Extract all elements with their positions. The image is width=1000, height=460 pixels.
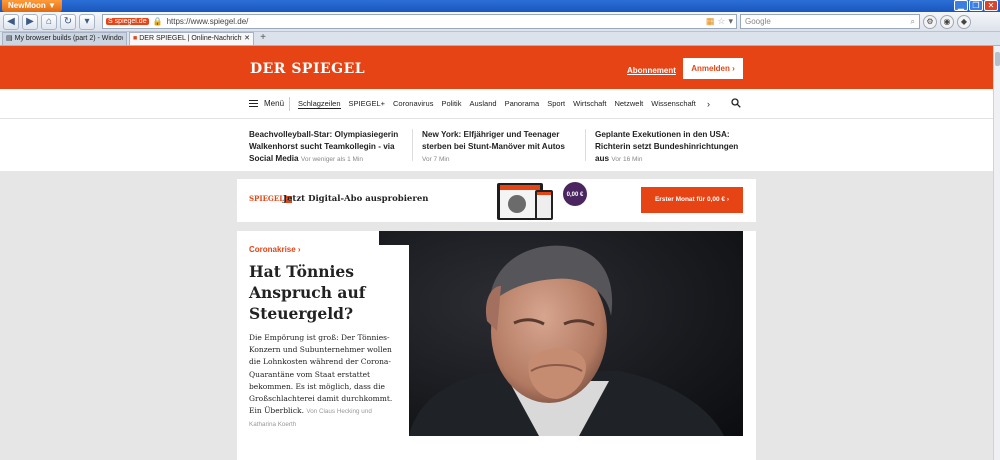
nav-item-coronavirus[interactable]: Coronavirus (393, 99, 433, 109)
divider (585, 129, 586, 161)
rss-icon[interactable]: ▦ (706, 16, 715, 27)
url-bar-actions: ▦ ☆ ▾ (706, 16, 733, 27)
menu-button[interactable]: Menü (249, 99, 284, 108)
nav-item-politik[interactable]: Politik (441, 99, 461, 109)
page-scrollbar[interactable] (993, 46, 1000, 460)
article-lead-text: Die Empörung ist groß: Der Tönnies-Konze… (249, 333, 393, 416)
price-badge: 0,00 € (567, 192, 584, 198)
page-viewport: DER SPIEGEL Abonnement Anmelden › Menü S… (0, 46, 993, 460)
teaser-time: Vor 7 Min (422, 156, 450, 163)
breaking-news-ticker: Beachvolleyball-Star: Olympiasiegerin Wa… (0, 119, 993, 171)
forward-icon[interactable]: ▶ (22, 13, 38, 30)
bookmark-star-icon[interactable]: ☆ (717, 16, 725, 27)
divider (412, 129, 413, 161)
nav-item-sport[interactable]: Sport (547, 99, 565, 109)
promo-logo-text: SPIEGEL (249, 194, 285, 203)
abonnement-link[interactable]: Abonnement (627, 66, 676, 75)
nav-item-netzwelt[interactable]: Netzwelt (614, 99, 643, 109)
nav-more-arrow-icon[interactable]: › (707, 99, 710, 109)
history-icon[interactable]: ▾ (79, 13, 95, 30)
devices-image: 0,00 € (497, 182, 587, 220)
teaser-time: Vor 16 Min (611, 156, 643, 163)
hamburger-icon (249, 100, 258, 107)
login-button[interactable]: Anmelden › (683, 58, 743, 79)
teaser-item[interactable]: Beachvolleyball-Star: Olympiasiegerin Wa… (249, 129, 404, 166)
section-nav: Menü Schlagzeilen SPIEGEL+ Coronavirus P… (0, 89, 993, 119)
article-photo[interactable] (379, 231, 743, 436)
nav-item-ausland[interactable]: Ausland (469, 99, 496, 109)
url-text[interactable]: https://www.spiegel.de/ (167, 17, 249, 26)
dropdown-arrow-icon[interactable]: ▾ (728, 16, 733, 27)
window-titlebar: NewMoon ▼ ▁ ❐ ✕ (0, 0, 1000, 12)
site-host-label: spiegel.de (114, 18, 147, 25)
nav-item-wirtschaft[interactable]: Wirtschaft (573, 99, 606, 109)
home-icon[interactable]: ⌂ (41, 13, 57, 30)
teaser-item[interactable]: New York: Elfjähriger und Teenager sterb… (422, 129, 577, 166)
site-identity-badge[interactable]: Sspiegel.de (106, 18, 149, 25)
app-menu-button[interactable]: NewMoon ▼ (2, 0, 62, 12)
maximize-button[interactable]: ❐ (969, 0, 983, 11)
globe-icon[interactable]: ◉ (940, 14, 954, 29)
teaser-time: Vor weniger als 1 Min (300, 156, 364, 163)
search-icon[interactable]: ⌕ (911, 15, 915, 28)
divider (289, 97, 290, 111)
article-kicker[interactable]: Coronakrise › (249, 245, 397, 254)
addon-icon[interactable]: ⚙ (923, 14, 937, 29)
scrollbar-thumb[interactable] (995, 52, 1000, 66)
teaser-title: New York: Elfjähriger und Teenager sterb… (422, 130, 565, 151)
nav-item-schlagzeilen[interactable]: Schlagzeilen (298, 99, 341, 109)
reload-icon[interactable]: ↻ (60, 13, 76, 30)
new-tab-button[interactable]: + (256, 33, 270, 45)
nav-items: Schlagzeilen SPIEGEL+ Coronavirus Politi… (298, 99, 696, 109)
digital-abo-promo[interactable]: SPIEGEL + Jetzt Digital-Abo ausprobieren … (237, 179, 756, 222)
teaser-item[interactable]: Geplante Exekutionen in den USA: Richter… (595, 129, 750, 166)
url-bar[interactable]: Sspiegel.de 🔒 https://www.spiegel.de/ ▦ … (102, 14, 737, 29)
article-lead: Die Empörung ist groß: Der Tönnies-Konze… (249, 332, 397, 432)
tab-browser-builds[interactable]: ▤ My browser builds (part 2) - Windows X… (2, 32, 127, 45)
spiegel-logo[interactable]: DER SPIEGEL (250, 61, 365, 77)
navigation-toolbar: ◀ ▶ ⌂ ↻ ▾ Sspiegel.de 🔒 https://www.spie… (0, 12, 1000, 32)
menu-label: Menü (264, 99, 285, 108)
site-favicon-icon: S (108, 18, 113, 25)
tab-label: My browser builds (part 2) - Windows XP … (14, 35, 123, 42)
nav-item-panorama[interactable]: Panorama (505, 99, 540, 109)
lead-article: Coronakrise › Hat Tönnies Anspruch auf S… (237, 231, 756, 460)
tab-spiegel[interactable]: ■ DER SPIEGEL | Online-Nachrichten ✕ (129, 32, 254, 45)
nav-item-spiegel-plus[interactable]: SPIEGEL+ (349, 99, 385, 109)
lock-icon: 🔒 (152, 17, 163, 26)
site-header: DER SPIEGEL Abonnement Anmelden › (0, 46, 993, 89)
page-icon: ▤ (6, 35, 13, 42)
minimize-button[interactable]: ▁ (954, 0, 968, 11)
subscribe-cta-button[interactable]: Erster Monat für 0,00 € › (641, 187, 743, 213)
nav-item-wissenschaft[interactable]: Wissenschaft (651, 99, 696, 109)
site-search-icon[interactable] (731, 98, 741, 108)
tab-close-icon[interactable]: ✕ (244, 33, 250, 45)
tab-strip: ▤ My browser builds (part 2) - Windows X… (0, 32, 1000, 46)
extension-icon[interactable]: ◆ (957, 14, 971, 29)
close-button[interactable]: ✕ (984, 0, 998, 11)
spiegel-favicon-icon: ■ (133, 35, 138, 42)
article-headline[interactable]: Hat Tönnies Anspruch auf Steuergeld? (249, 261, 397, 324)
promo-text: Jetzt Digital-Abo ausprobieren (283, 194, 429, 204)
search-input[interactable]: Google ⌕ (740, 14, 920, 29)
window-controls: ▁ ❐ ✕ (954, 0, 998, 11)
search-placeholder: Google (745, 17, 771, 26)
article-text-box: Coronakrise › Hat Tönnies Anspruch auf S… (237, 245, 409, 455)
back-icon[interactable]: ◀ (3, 13, 19, 30)
tab-label: DER SPIEGEL | Online-Nachrichten (139, 35, 243, 42)
